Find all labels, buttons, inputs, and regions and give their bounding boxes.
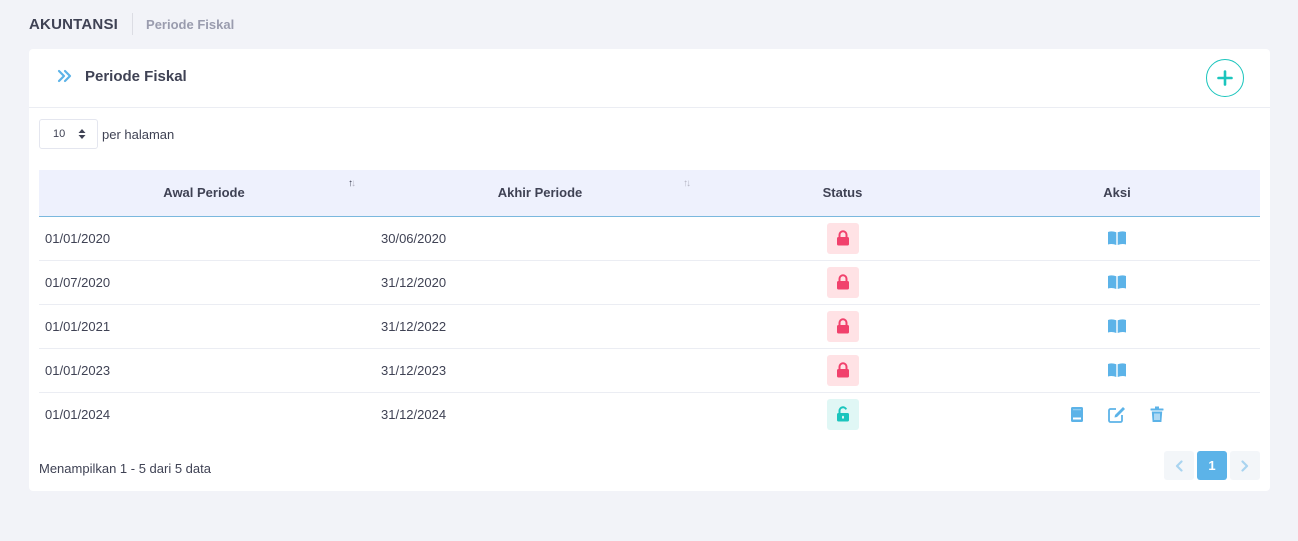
card-title: Periode Fiskal [85, 68, 187, 85]
column-label: Status [822, 185, 863, 201]
fiscal-period-table: Awal Periode ↑↓ Akhir Periode ↑↓ Status … [39, 170, 1260, 436]
sort-icon[interactable]: ↑↓ [683, 179, 691, 189]
lock-icon [836, 318, 849, 334]
page-header: AKUNTANSI Periode Fiskal [29, 13, 234, 35]
end-date-cell: 31/12/2024 [381, 406, 447, 422]
status-cell [711, 260, 974, 305]
actions-cell [974, 392, 1260, 436]
next-page-button[interactable] [1230, 451, 1260, 480]
lock-icon [836, 362, 849, 378]
table-row: 01/01/2020 30/06/2020 [39, 216, 1260, 261]
end-date-cell: 30/06/2020 [369, 216, 711, 261]
table-row: 01/07/2020 31/12/2020 [39, 260, 1260, 305]
app-title: AKUNTANSI [29, 15, 119, 33]
book-open-icon [1108, 231, 1126, 245]
status-cell [711, 348, 974, 393]
status-cell [711, 216, 974, 261]
header-divider [132, 13, 134, 35]
prev-page-button[interactable] [1164, 451, 1194, 480]
ledger-button[interactable] [1067, 404, 1087, 424]
actions-cell [974, 304, 1260, 349]
lock-icon [836, 230, 849, 246]
view-button[interactable] [1107, 272, 1127, 292]
sort-arrows-icon [78, 129, 86, 139]
add-period-button[interactable] [1206, 59, 1244, 97]
column-header-start[interactable]: Awal Periode ↑↓ [39, 170, 369, 217]
actions-cell [974, 348, 1260, 393]
chevron-right-icon [1241, 459, 1249, 472]
edit-button[interactable] [1107, 404, 1127, 424]
status-cell [711, 304, 974, 349]
trash-icon [1150, 406, 1164, 422]
delete-button[interactable] [1147, 404, 1167, 424]
column-header-end[interactable]: Akhir Periode ↑↓ [369, 170, 711, 217]
start-date-cell: 01/01/2023 [39, 348, 369, 393]
edit-icon [1108, 406, 1125, 423]
status-badge[interactable] [826, 266, 859, 298]
table-row: 01/01/2021 31/12/2022 [39, 304, 1260, 349]
end-date-cell: 31/12/2022 [369, 304, 711, 349]
view-button[interactable] [1107, 316, 1127, 336]
view-button[interactable] [1107, 228, 1127, 248]
end-date-cell: 31/12/2023 [369, 348, 711, 393]
pagination: 1 [1164, 451, 1260, 480]
column-label: Akhir Periode [497, 185, 583, 201]
view-button[interactable] [1107, 360, 1127, 380]
book-icon [1071, 406, 1084, 422]
actions-cell [974, 260, 1260, 305]
column-header-status: Status [711, 170, 974, 217]
fiscal-period-card: Periode Fiskal 10 per halaman Awal Perio… [29, 49, 1270, 491]
book-open-icon [1108, 319, 1126, 333]
actions-cell [974, 216, 1260, 261]
double-chevron-right-icon [57, 69, 72, 83]
status-cell [711, 392, 974, 436]
column-header-actions: Aksi [974, 170, 1260, 217]
per-page-select[interactable]: 10 [39, 119, 98, 149]
column-label: Awal Periode [163, 185, 245, 201]
per-page-control: 10 per halaman [39, 119, 174, 149]
book-open-icon [1108, 363, 1126, 377]
start-date-cell: 01/01/2024 [45, 406, 111, 422]
table-row: 01/01/2023 31/12/2023 [39, 348, 1260, 393]
unlock-icon [836, 406, 849, 422]
card-header: Periode Fiskal [29, 49, 1270, 108]
status-badge[interactable] [826, 222, 859, 254]
start-date-cell: 01/01/2021 [39, 304, 369, 349]
status-badge[interactable] [826, 354, 859, 386]
column-label: Aksi [1103, 185, 1131, 201]
lock-icon [836, 274, 849, 290]
per-page-value: 10 [53, 128, 66, 140]
pagination-info: Menampilkan 1 - 5 dari 5 data [39, 461, 211, 476]
start-date-cell: 01/07/2020 [39, 260, 369, 305]
status-badge[interactable] [826, 398, 859, 430]
plus-icon [1217, 70, 1233, 86]
chevron-left-icon [1175, 459, 1183, 472]
book-open-icon [1108, 275, 1126, 289]
per-page-label: per halaman [102, 126, 175, 142]
sort-icon[interactable]: ↑↓ [348, 179, 356, 189]
table-row: 01/01/2024 31/12/2024 [39, 392, 1260, 436]
table-header-row: Awal Periode ↑↓ Akhir Periode ↑↓ Status … [39, 170, 1260, 217]
status-badge[interactable] [826, 310, 859, 342]
end-date-cell: 31/12/2020 [369, 260, 711, 305]
breadcrumb[interactable]: Periode Fiskal [146, 17, 234, 32]
page-button[interactable]: 1 [1197, 451, 1227, 480]
start-date-cell: 01/01/2020 [39, 216, 369, 261]
